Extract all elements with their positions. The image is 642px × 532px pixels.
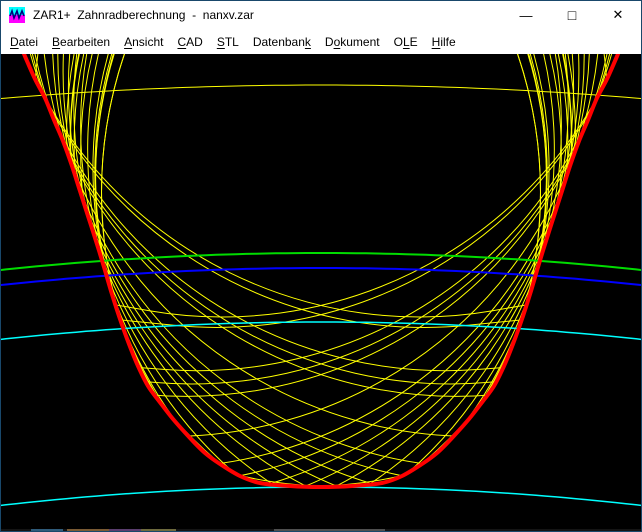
gear-generation-canvas[interactable] <box>1 54 641 531</box>
menu-item-datei[interactable]: Datei <box>3 32 45 52</box>
strip-segment <box>109 529 141 531</box>
strip-segment <box>31 529 63 531</box>
minimize-button[interactable]: — <box>503 1 549 29</box>
title-bar[interactable]: ZAR1+ Zahnradberechnung - nanxv.zar — □ … <box>1 1 641 29</box>
strip-segment <box>274 529 385 531</box>
caption-buttons: — □ ✕ <box>503 1 641 29</box>
menu-item-ansicht[interactable]: Ansicht <box>117 32 170 52</box>
tooth-gap-envelope <box>24 54 618 487</box>
menu-item-datenbank[interactable]: Datenbank <box>246 32 318 52</box>
menu-item-stl[interactable]: STL <box>210 32 246 52</box>
app-window: ZAR1+ Zahnradberechnung - nanxv.zar — □ … <box>0 0 642 532</box>
minimize-icon: — <box>520 8 533 23</box>
menu-item-dokument[interactable]: Dokument <box>318 32 387 52</box>
menu-item-bearbeiten[interactable]: Bearbeiten <box>45 32 117 52</box>
close-button[interactable]: ✕ <box>595 1 641 29</box>
app-icon-wave <box>9 7 25 23</box>
strip-segment <box>141 529 176 531</box>
menu-item-hilfe[interactable]: Hilfe <box>425 32 463 52</box>
app-icon <box>9 7 25 23</box>
menu-item-cad[interactable]: CAD <box>170 32 209 52</box>
menu-item-ole[interactable]: OLE <box>387 32 425 52</box>
drawing-area[interactable] <box>1 54 641 531</box>
root-circle-line <box>1 487 641 506</box>
strip-segment <box>67 529 109 531</box>
tip-circle-line <box>1 85 641 99</box>
form-circle-line <box>1 322 641 340</box>
close-icon: ✕ <box>613 7 624 23</box>
bottom-edge-strip <box>1 529 641 531</box>
menu-bar: DateiBearbeitenAnsichtCADSTLDatenbankDok… <box>1 29 641 54</box>
base-circle-line <box>1 268 641 286</box>
window-title: ZAR1+ Zahnradberechnung - nanxv.zar <box>33 8 503 22</box>
maximize-button[interactable]: □ <box>549 1 595 29</box>
maximize-icon: □ <box>568 7 576 23</box>
